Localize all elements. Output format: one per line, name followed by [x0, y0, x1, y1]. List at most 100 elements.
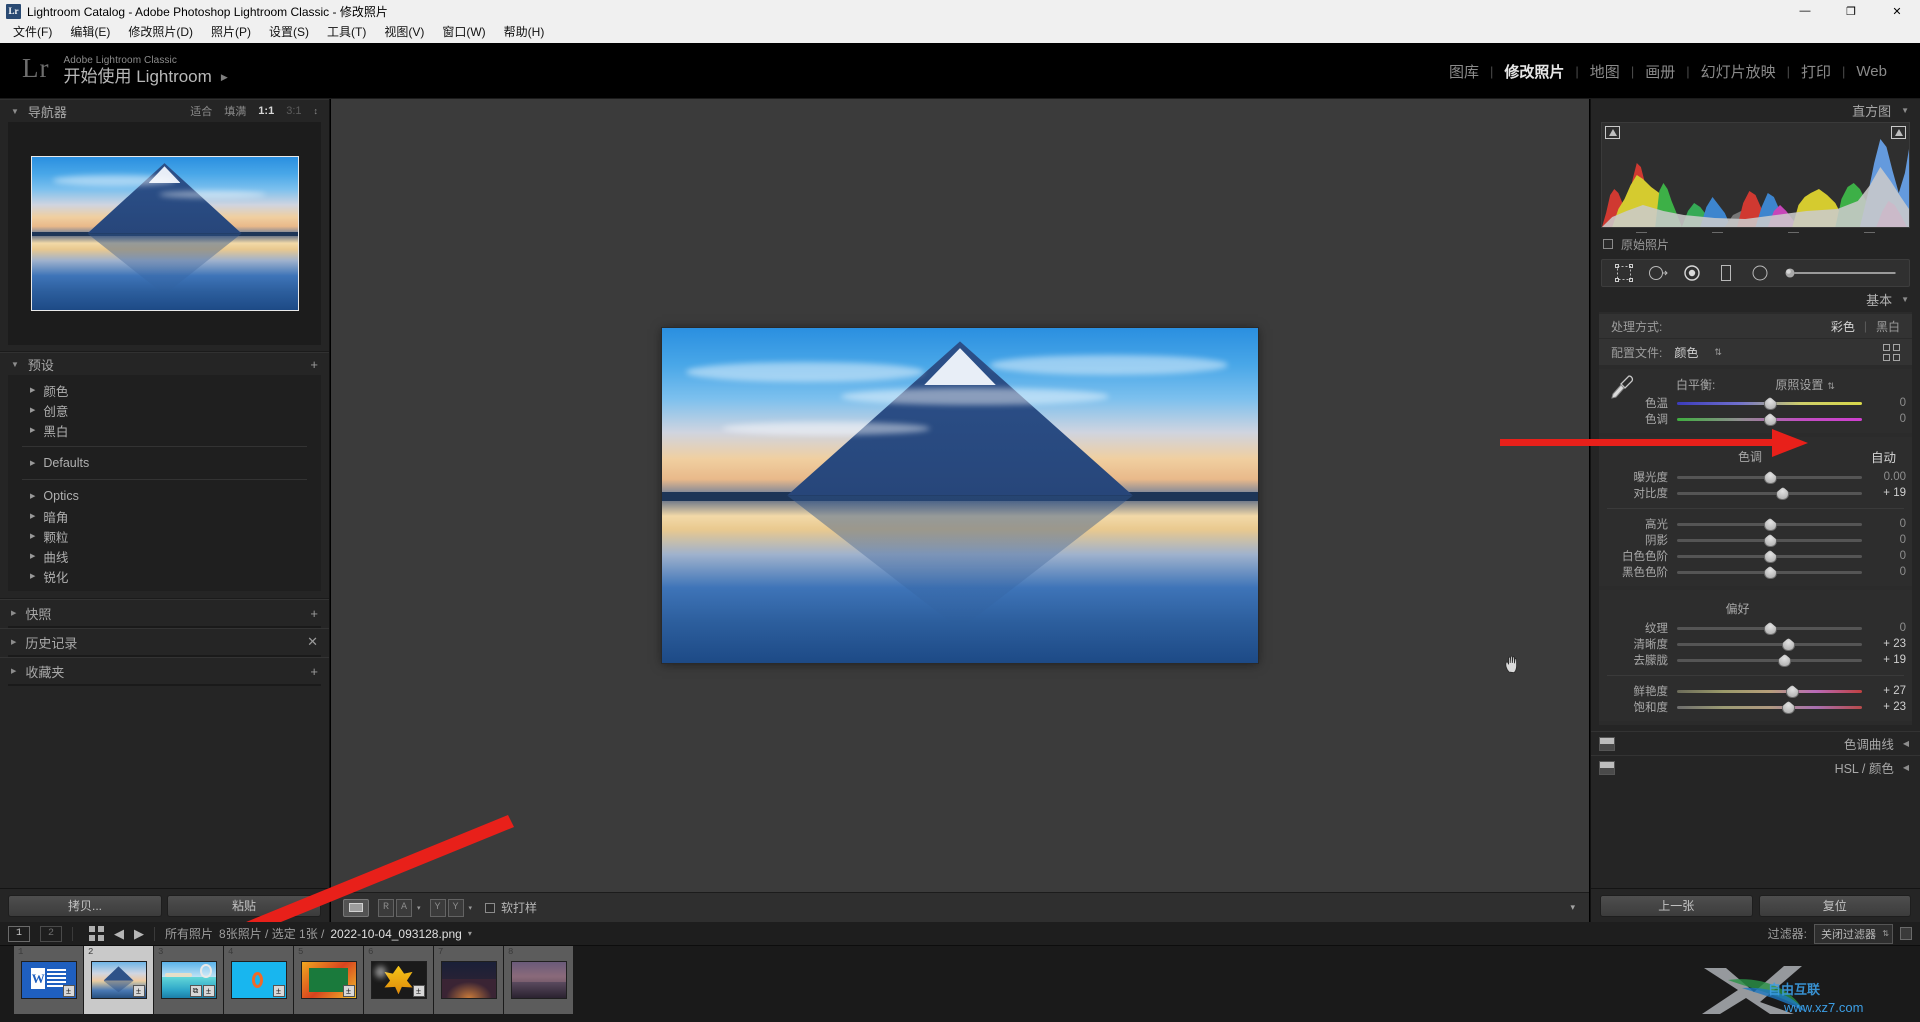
slider-knob[interactable]	[1763, 566, 1777, 579]
preset-disclosure-icon[interactable]: ▶	[30, 386, 35, 394]
collapsed-panel-disclosure-icon[interactable]: ◀	[1903, 739, 1909, 748]
navigator-mode-2[interactable]: 1:1	[258, 105, 274, 117]
crop-overlay-icon[interactable]	[1614, 263, 1634, 283]
slider-track[interactable]	[1677, 653, 1862, 667]
filmstrip-thumbnail[interactable]: 2 ±	[84, 946, 154, 1014]
module-4[interactable]: 幻灯片放映	[1690, 61, 1787, 82]
left-section-0[interactable]: ▶ 快照 +	[0, 599, 329, 626]
slider-knob[interactable]	[1763, 397, 1777, 410]
navigator-mode-3[interactable]: 3:1	[286, 105, 301, 117]
profile-value[interactable]: 颜色	[1674, 344, 1698, 361]
slider-knob[interactable]	[1763, 550, 1777, 563]
basic-panel-header[interactable]: 基本 ▼	[1591, 287, 1920, 312]
slider-knob[interactable]	[1763, 622, 1777, 635]
preset-disclosure-icon[interactable]: ▶	[30, 492, 35, 500]
preset-group-6[interactable]: ▶ 颗粒	[8, 526, 321, 546]
go-back-icon[interactable]: ◀	[114, 926, 124, 942]
preset-disclosure-icon[interactable]: ▶	[30, 512, 35, 520]
slider-knob[interactable]	[1785, 685, 1799, 698]
preset-disclosure-icon[interactable]: ▶	[30, 406, 35, 414]
slider-value[interactable]: + 19	[1862, 487, 1906, 499]
tone-auto-button[interactable]: 自动	[1871, 447, 1902, 466]
menu-item-8[interactable]: 帮助(H)	[495, 22, 554, 43]
slider-value[interactable]: + 23	[1862, 701, 1906, 713]
filmstrip-source-path[interactable]: 所有照片 8张照片 / 选定 1张 / 2022-10-04_093128.pn…	[165, 925, 472, 942]
module-0[interactable]: 图库	[1438, 61, 1490, 82]
original-photo-toggle[interactable]: 原始照片	[1591, 233, 1920, 255]
preset-group-7[interactable]: ▶ 曲线	[8, 546, 321, 566]
navigator-mode-1[interactable]: 填满	[224, 103, 246, 119]
slider-value[interactable]: 0	[1862, 550, 1906, 562]
slider-饱和度[interactable]: 饱和度 + 23	[1599, 699, 1912, 715]
slider-track[interactable]	[1677, 533, 1862, 547]
slider-track[interactable]	[1677, 621, 1862, 635]
left-section-2[interactable]: ▶ 收藏夹 +	[0, 657, 329, 684]
menu-item-1[interactable]: 编辑(E)	[61, 22, 119, 43]
menu-item-0[interactable]: 文件(F)	[4, 22, 61, 43]
filmstrip-thumbnail[interactable]: 8	[504, 946, 574, 1014]
loupe-view-icon[interactable]	[343, 898, 369, 917]
slider-track[interactable]	[1677, 486, 1862, 500]
slider-track[interactable]	[1677, 517, 1862, 531]
slider-knob[interactable]	[1782, 638, 1795, 651]
slider-value[interactable]: 0	[1862, 566, 1906, 578]
slider-track[interactable]	[1677, 684, 1862, 698]
left-section-action-icon[interactable]: +	[310, 664, 318, 679]
preset-disclosure-icon[interactable]: ▶	[30, 426, 35, 434]
filmstrip-source-caret-icon[interactable]: ▾	[468, 929, 472, 938]
left-section-action-icon[interactable]: +	[310, 606, 318, 621]
go-forward-icon[interactable]: ▶	[134, 926, 144, 942]
presets-header[interactable]: ▼ 预设 +	[0, 352, 329, 375]
treatment-bw-option[interactable]: 黑白	[1876, 318, 1900, 335]
slider-value[interactable]: 0.00	[1862, 471, 1906, 483]
collapsed-panel-0[interactable]: 色调曲线 ◀	[1591, 731, 1920, 755]
slider-色调[interactable]: 色调 0	[1599, 411, 1912, 427]
profile-browser-icon[interactable]	[1883, 343, 1900, 361]
left-section-disclosure-icon[interactable]: ▶	[11, 638, 16, 646]
toolbar-options-caret-icon[interactable]: ▾	[1570, 902, 1575, 913]
slider-对比度[interactable]: 对比度 + 19	[1599, 485, 1912, 501]
filmstrip-thumbnail[interactable]: 3 ± ⧉	[154, 946, 224, 1014]
slider-knob[interactable]	[1763, 534, 1777, 547]
slider-knob[interactable]	[1763, 471, 1777, 484]
minimize-button[interactable]: —	[1782, 0, 1828, 22]
navigator-mode-0[interactable]: 适合	[190, 103, 212, 119]
preset-group-3[interactable]: ▶ Defaults	[8, 453, 321, 473]
slider-track[interactable]	[1677, 396, 1862, 410]
preset-group-5[interactable]: ▶ 暗角	[8, 506, 321, 526]
module-1[interactable]: 修改照片	[1493, 61, 1575, 82]
soft-proof-checkbox[interactable]	[485, 902, 496, 913]
slider-value[interactable]: + 19	[1862, 654, 1906, 666]
menu-item-3[interactable]: 照片(P)	[202, 22, 260, 43]
module-2[interactable]: 地图	[1579, 61, 1631, 82]
filter-lock-icon[interactable]	[1900, 927, 1912, 940]
navigator-thumbnail[interactable]	[30, 156, 299, 311]
slider-鲜艳度[interactable]: 鲜艳度 + 27	[1599, 683, 1912, 699]
slider-value[interactable]: + 23	[1862, 638, 1906, 650]
preset-disclosure-icon[interactable]: ▶	[30, 532, 35, 540]
collapsed-panel-1[interactable]: HSL / 颜色 ◀	[1591, 755, 1920, 779]
main-photo[interactable]	[662, 328, 1258, 663]
module-3[interactable]: 画册	[1634, 61, 1686, 82]
slider-track[interactable]	[1677, 637, 1862, 651]
slider-value[interactable]: 0	[1862, 518, 1906, 530]
slider-track[interactable]	[1677, 470, 1862, 484]
navigator-preview-area[interactable]	[8, 122, 321, 345]
preset-disclosure-icon[interactable]: ▶	[30, 459, 35, 467]
slider-knob[interactable]	[1763, 413, 1777, 426]
slider-曝光度[interactable]: 曝光度 0.00	[1599, 469, 1912, 485]
module-6[interactable]: Web	[1845, 63, 1898, 80]
filmstrip-thumbnail[interactable]: 7	[434, 946, 504, 1014]
navigator-zoom-stepper-icon[interactable]: ↕	[314, 106, 319, 116]
basic-disclosure-icon[interactable]: ▼	[1901, 295, 1909, 304]
navigator-header[interactable]: ▼ 导航器 适合 填满 1:1 3:1 ↕	[0, 99, 329, 122]
original-photo-checkbox[interactable]	[1603, 239, 1613, 249]
slider-阴影[interactable]: 阴影 0	[1599, 532, 1912, 548]
filmstrip-thumbnail[interactable]: 5 ±	[294, 946, 364, 1014]
menu-item-5[interactable]: 工具(T)	[318, 22, 375, 43]
slider-value[interactable]: + 27	[1862, 685, 1906, 697]
identity-plate[interactable]: Adobe Lightroom Classic 开始使用 Lightroom ▶	[63, 55, 227, 87]
slider-knob[interactable]	[1763, 518, 1777, 531]
slider-清晰度[interactable]: 清晰度 + 23	[1599, 636, 1912, 652]
copy-button[interactable]: 拷贝...	[8, 894, 162, 917]
